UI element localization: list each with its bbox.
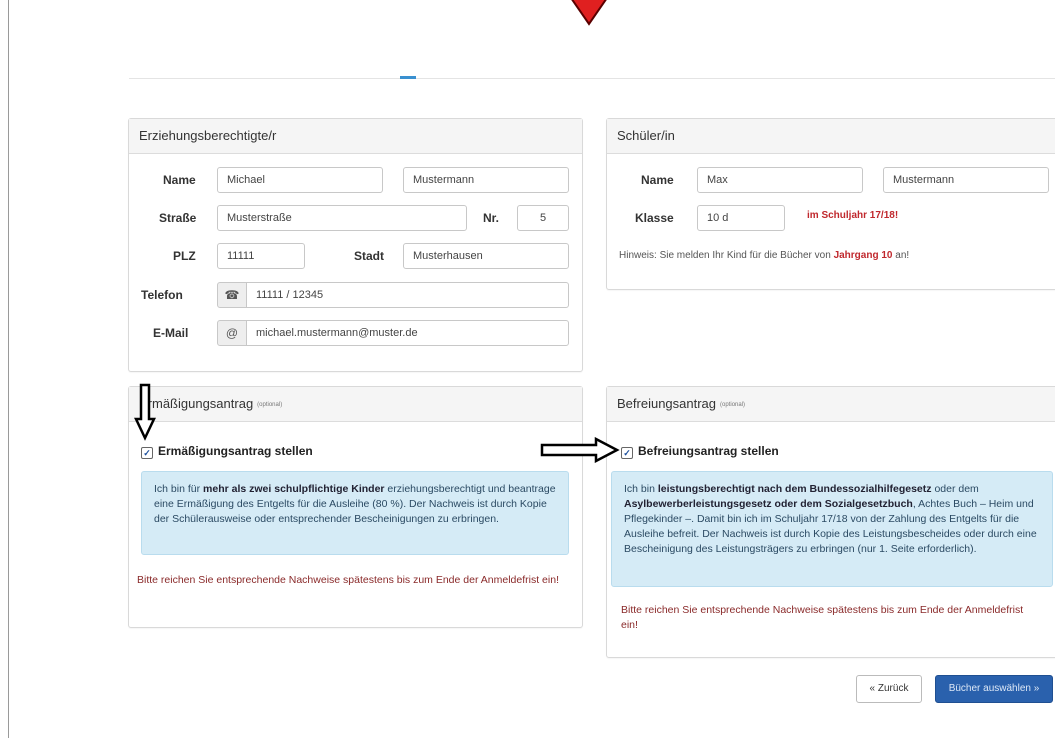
guardian-phone-input[interactable]: 11111 / 12345 [246, 282, 569, 308]
reduction-title-text: Ermäßigungsantrag [139, 396, 254, 411]
student-hint: Hinweis: Sie melden Ihr Kind für die Büc… [619, 249, 1055, 263]
exemption-info-part1: Ich bin [624, 483, 655, 495]
active-tab-indicator [400, 76, 416, 79]
guardian-nr-input[interactable]: 5 [517, 205, 569, 231]
guardian-plz-input[interactable]: 11111 [217, 243, 305, 269]
student-hint-prefix: Hinweis: Sie melden Ihr Kind für die Büc… [619, 250, 831, 261]
exemption-info-box: Ich bin leistungsberechtigt nach dem Bun… [611, 471, 1053, 587]
guardian-street-input[interactable]: Musterstraße [217, 205, 467, 231]
reduction-panel-title: Ermäßigungsantrag (optional) [129, 387, 582, 422]
exemption-info-bold1: leistungsberechtigt nach dem Bundessozia… [657, 483, 932, 495]
guardian-plz-label: PLZ [173, 249, 196, 263]
reduction-info-box: Ich bin für mehr als zwei schulpflichtig… [141, 471, 569, 555]
student-firstname-input[interactable]: Max [697, 167, 863, 193]
guardian-email-input[interactable]: michael.mustermann@muster.de [246, 320, 569, 346]
guardian-firstname-input[interactable]: Michael [217, 167, 383, 193]
exemption-title-text: Befreiungsantrag [617, 396, 717, 411]
guardian-street-label: Straße [159, 211, 197, 225]
exemption-warning: Bitte reichen Sie entsprechende Nachweis… [621, 604, 1024, 631]
student-hint-suffix: an! [895, 250, 910, 261]
reduction-panel: Ermäßigungsantrag (optional) ✓ Ermäßigungs… [128, 386, 583, 628]
phone-icon: ☎ [217, 282, 247, 308]
email-at-icon: @ [217, 320, 247, 346]
exemption-checkbox-row[interactable]: ✓ Befreiungsantrag stellen [621, 444, 779, 459]
guardian-nr-label: Nr. [483, 211, 500, 225]
exemption-checkbox-label: Befreiungsantrag stellen [638, 444, 779, 458]
arrow-down-annotation-icon [134, 383, 156, 441]
reduction-warning: Bitte reichen Sie entsprechende Nachweis… [137, 574, 559, 586]
guardian-city-label: Stadt [354, 249, 384, 263]
reduction-checkbox-row[interactable]: ✓ Ermäßigungsantrag stellen [141, 444, 313, 459]
student-class-label: Klasse [635, 211, 674, 225]
left-border-line [8, 0, 9, 738]
student-hint-grade: Jahrgang 10 [833, 250, 893, 261]
exemption-checkbox[interactable]: ✓ [621, 447, 633, 459]
arrow-right-annotation-icon [540, 437, 620, 463]
guardian-lastname-input[interactable]: Mustermann [403, 167, 569, 193]
student-class-input[interactable]: 10 d [697, 205, 785, 231]
tab-divider [129, 78, 1055, 79]
back-button[interactable]: « Zurück [856, 675, 922, 703]
guardian-city-input[interactable]: Musterhausen [403, 243, 569, 269]
student-panel-title: Schüler/in [607, 119, 1055, 154]
reduction-info-part1: Ich bin für [154, 483, 201, 495]
guardian-name-label: Name [163, 173, 196, 187]
select-books-button[interactable]: Bücher auswählen » [935, 675, 1053, 703]
exemption-optional-label: (optional) [720, 401, 746, 408]
guardian-phone-label: Telefon [141, 288, 183, 302]
exemption-panel: Befreiungsantrag (optional) ✓ Befreiungsan… [606, 386, 1055, 658]
guardian-panel-title: Erziehungsberechtigte/r [129, 119, 582, 154]
exemption-info-part2: oder dem [934, 483, 979, 495]
exemption-panel-title: Befreiungsantrag (optional) [607, 387, 1055, 422]
school-year-note: im Schuljahr 17/18! [807, 210, 899, 221]
student-name-label: Name [641, 173, 674, 187]
reduction-optional-label: (optional) [257, 401, 283, 408]
student-lastname-input[interactable]: Mustermann [883, 167, 1049, 193]
reduction-checkbox[interactable]: ✓ [141, 447, 153, 459]
red-arrow-down-icon [571, 0, 607, 26]
exemption-info-bold2: Asylbewerberleistungsgesetz oder dem Soz… [624, 498, 913, 510]
reduction-info-bold: mehr als zwei schulpflichtige Kinder [203, 483, 385, 495]
guardian-panel: Erziehungsberechtigte/r Name Michael Mus… [128, 118, 583, 372]
reduction-checkbox-label: Ermäßigungsantrag stellen [158, 444, 313, 458]
guardian-email-label: E-Mail [153, 326, 189, 340]
student-panel: Schüler/in Name Max Mustermann Klasse 10… [606, 118, 1055, 290]
